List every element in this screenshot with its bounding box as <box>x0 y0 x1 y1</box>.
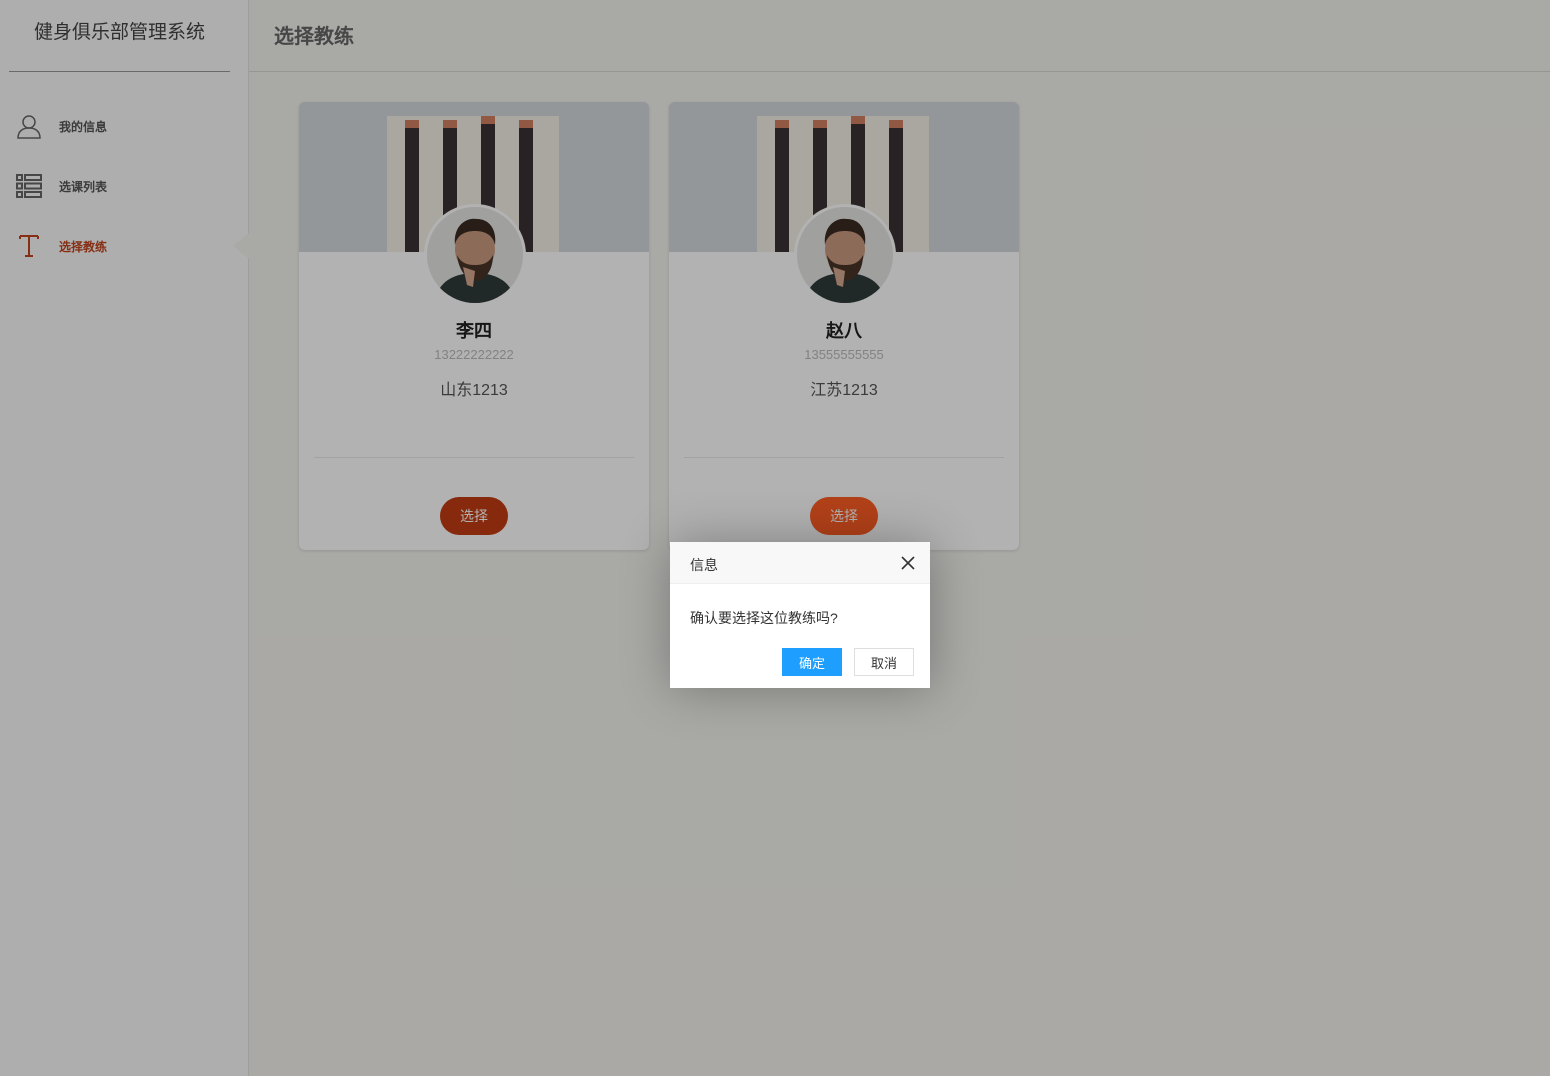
confirm-button[interactable]: 确定 <box>782 648 842 676</box>
dialog-message: 确认要选择这位教练吗? <box>690 610 838 626</box>
modal-overlay[interactable] <box>0 0 1550 1076</box>
close-icon[interactable] <box>900 555 916 571</box>
dialog-title: 信息 <box>690 557 718 573</box>
confirm-dialog: 信息 确认要选择这位教练吗? 确定 取消 <box>670 542 930 688</box>
cancel-button[interactable]: 取消 <box>854 648 914 676</box>
dialog-header: 信息 <box>670 542 930 584</box>
